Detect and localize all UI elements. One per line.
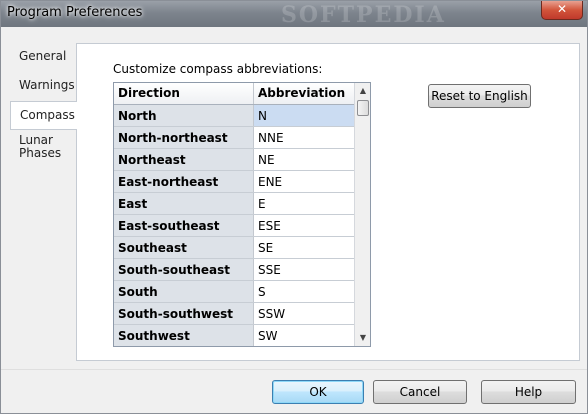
tab-label: Compass [20,108,75,122]
tab-warnings[interactable]: Warnings [10,72,76,101]
abbreviation-cell[interactable]: ENE [254,171,354,192]
abbreviation-cell[interactable]: N [254,105,354,126]
titlebar[interactable]: Program Preferences SOFTPEDIA ✕ [1,1,587,28]
table-row[interactable]: East-southeast ESE [114,215,370,237]
direction-cell: East-northeast [114,171,254,192]
tab-lunar-phases[interactable]: Lunar Phases [10,130,76,164]
abbreviation-cell[interactable]: NNE [254,127,354,148]
tab-label-line1: Lunar [19,133,53,147]
grid-header: Direction Abbreviation [114,83,370,105]
direction-cell: South [114,281,254,302]
abbreviation-grid: Direction Abbreviation North N North-nort… [113,82,371,347]
preferences-window: Program Preferences SOFTPEDIA ✕ General … [0,0,588,414]
reset-to-english-button[interactable]: Reset to English [428,84,531,108]
scroll-up-icon[interactable]: ▲ [355,83,370,99]
table-row[interactable]: South-southwest SSW [114,303,370,325]
vertical-scrollbar[interactable]: ▲ ▼ [354,83,370,346]
table-row[interactable]: North N [114,105,370,127]
column-header-direction[interactable]: Direction [114,83,254,104]
direction-cell: Northeast [114,149,254,170]
abbreviation-cell[interactable]: ESE [254,215,354,236]
direction-cell: Southwest [114,325,254,346]
tab-label: General [19,49,67,63]
scroll-thumb[interactable] [357,100,369,116]
direction-cell: East [114,193,254,214]
abbreviation-cell[interactable]: NE [254,149,354,170]
table-row[interactable]: South-southeast SSE [114,259,370,281]
direction-cell: South-southeast [114,259,254,280]
direction-cell: East-southeast [114,215,254,236]
table-row[interactable]: North-northeast NNE [114,127,370,149]
abbreviation-cell[interactable]: SSE [254,259,354,280]
cancel-button[interactable]: Cancel [373,380,467,404]
abbreviation-cell[interactable]: SSW [254,303,354,324]
footer-divider [1,369,587,370]
table-row[interactable]: Southeast SE [114,237,370,259]
abbreviation-cell[interactable]: SW [254,325,354,346]
close-button[interactable]: ✕ [541,1,583,20]
close-icon: ✕ [556,2,568,16]
direction-cell: Southeast [114,237,254,258]
abbreviation-cell[interactable]: SE [254,237,354,258]
tab-list: General Warnings Compass Lunar Phases [10,43,77,164]
scroll-down-icon[interactable]: ▼ [355,330,370,346]
column-header-abbreviation[interactable]: Abbreviation [254,83,354,104]
direction-cell: South-southwest [114,303,254,324]
tab-general[interactable]: General [10,43,76,72]
table-row[interactable]: Northeast NE [114,149,370,171]
window-title: Program Preferences [7,5,143,20]
table-row[interactable]: Southwest SW [114,325,370,346]
direction-cell: North-northeast [114,127,254,148]
ok-button[interactable]: OK [272,380,364,404]
table-row[interactable]: South S [114,281,370,303]
table-row[interactable]: East-northeast ENE [114,171,370,193]
direction-cell: North [114,105,254,126]
titlebar-watermark: SOFTPEDIA [281,2,446,28]
abbreviation-cell[interactable]: E [254,193,354,214]
abbreviation-cell[interactable]: S [254,281,354,302]
customize-label: Customize compass abbreviations: [113,62,323,76]
table-row[interactable]: East E [114,193,370,215]
tab-label-line2: Phases [19,146,62,160]
tab-label: Warnings [19,78,75,92]
tab-compass[interactable]: Compass [10,101,77,130]
help-button[interactable]: Help [481,380,576,404]
